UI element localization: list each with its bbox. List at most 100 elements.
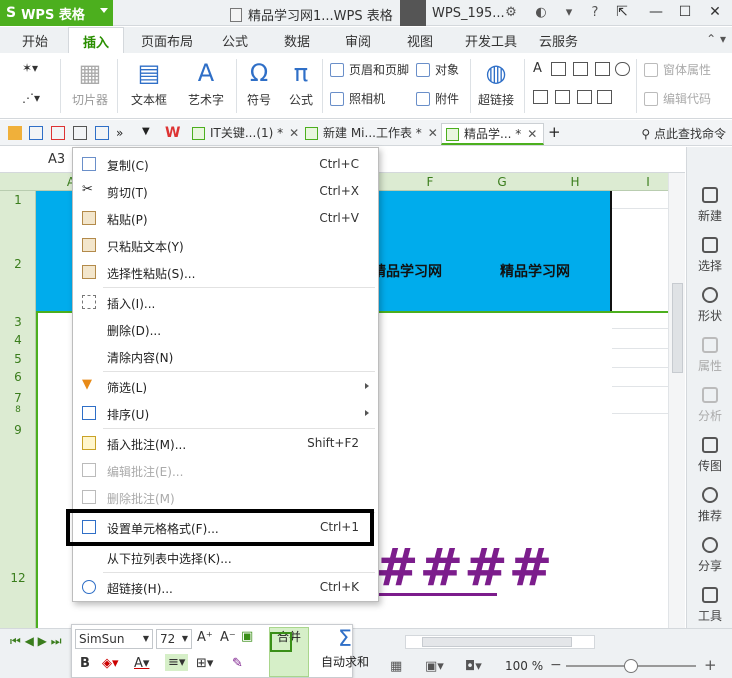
font-size-select[interactable]: 72 ▼	[156, 629, 192, 649]
spinner-icon[interactable]	[577, 90, 592, 104]
scroll-control-icon[interactable]	[597, 90, 612, 104]
row-header[interactable]: 4	[0, 333, 36, 347]
panel-upload-image[interactable]: 传图	[687, 437, 732, 474]
merge-button[interactable]: 合并	[269, 627, 309, 677]
menu-item-cut[interactable]: ✂ 剪切(T) Ctrl+X	[73, 179, 378, 203]
row-header[interactable]: 1	[0, 193, 36, 207]
formula-button[interactable]: π 公式	[284, 59, 318, 108]
chart-icon[interactable]: ✶▾	[22, 61, 38, 75]
menu-item-clear[interactable]: 清除内容(N)	[73, 344, 378, 368]
sheet-nav-icon[interactable]: ⏮ ◀ ▶ ⏭	[10, 634, 62, 649]
combobox-icon[interactable]	[555, 90, 570, 104]
format-painter-icon[interactable]: ✎	[232, 656, 243, 671]
tab-review[interactable]: 审阅	[345, 31, 371, 50]
row-header[interactable]: 9	[0, 423, 36, 437]
print-icon[interactable]	[73, 126, 87, 140]
listbox-icon[interactable]	[533, 90, 548, 104]
header-footer-button[interactable]: 页眉和页脚	[330, 61, 409, 78]
shrink-font-icon[interactable]: A⁻	[220, 630, 236, 645]
textbox-shape-icon[interactable]	[551, 62, 566, 76]
wps-home-icon[interactable]: W	[165, 126, 180, 140]
menu-item-hyperlink[interactable]: 超链接(H)... Ctrl+K	[73, 575, 378, 599]
menu-item-paste-special[interactable]: 选择性粘贴(S)...	[73, 260, 378, 284]
window-props-button[interactable]: 窗体属性	[644, 61, 711, 78]
checkbox-icon[interactable]	[595, 62, 610, 76]
panel-recommend[interactable]: 推荐	[687, 487, 732, 524]
textbox-button[interactable]: ▤ 文本框	[126, 59, 172, 108]
menu-item-delete[interactable]: 删除(D)...	[73, 317, 378, 341]
more-icon[interactable]: »	[116, 126, 130, 140]
panel-tools[interactable]: 工具	[687, 587, 732, 624]
menu-item-filter[interactable]: ▼ 筛选(L)	[73, 374, 378, 398]
symbol-button[interactable]: Ω 符号	[242, 59, 276, 108]
ribbon-controls-icon[interactable]: ⌃ ▾	[706, 32, 726, 46]
shirt-icon[interactable]: ▾	[560, 4, 578, 22]
wrap-text-icon[interactable]: ▣	[241, 629, 253, 644]
zoom-in-icon[interactable]: +	[704, 656, 717, 674]
camera-button[interactable]: 照相机	[330, 90, 385, 107]
scroll-thumb[interactable]	[422, 637, 572, 647]
panel-share[interactable]: 分享	[687, 537, 732, 574]
close-icon[interactable]: ✕	[428, 126, 438, 140]
panel-properties[interactable]: 属性	[687, 337, 732, 374]
tab-home[interactable]: 开始	[22, 31, 48, 50]
sparkline-icon[interactable]: ⋰▾	[22, 91, 40, 105]
horizontal-scrollbar[interactable]	[405, 635, 595, 649]
label-icon[interactable]: A	[533, 61, 542, 76]
tab-view[interactable]: 视图	[407, 31, 433, 50]
bold-icon[interactable]: B	[80, 656, 90, 671]
grow-font-icon[interactable]: A⁺	[197, 630, 213, 645]
tab-cloud[interactable]: 云服务	[539, 31, 578, 50]
column-header[interactable]: G	[497, 175, 507, 189]
row-header[interactable]: 7	[0, 391, 36, 405]
help-icon[interactable]: ?	[586, 4, 604, 22]
tab-formulas[interactable]: 公式	[222, 31, 248, 50]
tab-data[interactable]: 数据	[284, 31, 310, 50]
panel-new[interactable]: 新建	[687, 187, 732, 224]
row-header[interactable]: 12	[0, 571, 36, 585]
row-header[interactable]: 8	[0, 405, 36, 415]
row-header[interactable]: 2	[0, 257, 36, 271]
wordart-button[interactable]: A 艺术字	[182, 59, 230, 108]
new-tab-icon[interactable]: +	[548, 125, 562, 140]
close-icon[interactable]: ✕	[527, 127, 537, 141]
doc-tab-3[interactable]: 精品学... * ✕	[441, 123, 545, 145]
edit-code-button[interactable]: 编辑代码	[644, 90, 711, 107]
view-layout-icon[interactable]: ▣▾	[425, 659, 444, 674]
menu-item-paste[interactable]: 粘贴(P) Ctrl+V	[73, 206, 378, 230]
font-name-select[interactable]: SimSun ▼	[75, 629, 153, 649]
view-break-icon[interactable]: ◘▾	[465, 659, 482, 674]
view-normal-icon[interactable]: ▦	[390, 659, 402, 674]
app-menu-button[interactable]: S WPS 表格	[0, 0, 113, 26]
row-header[interactable]: 5	[0, 352, 36, 366]
save-icon[interactable]	[29, 126, 43, 140]
menu-item-copy[interactable]: 复制(C) Ctrl+C	[73, 152, 378, 176]
settings-icon[interactable]: ⚙	[502, 4, 520, 22]
close-icon[interactable]: ✕	[289, 126, 299, 140]
tab-developer[interactable]: 开发工具	[465, 31, 517, 50]
dropdown-icon[interactable]: ▼	[142, 126, 156, 140]
scroll-thumb[interactable]	[672, 283, 683, 373]
open-icon[interactable]	[8, 126, 22, 140]
panel-analyze[interactable]: 分析	[687, 387, 732, 424]
minimize-button[interactable]: —	[645, 2, 667, 22]
sync-icon[interactable]: ◐	[532, 4, 550, 22]
maximize-button[interactable]: ☐	[674, 2, 696, 22]
panel-shape[interactable]: 形状	[687, 287, 732, 324]
column-header[interactable]: H	[570, 175, 580, 189]
object-button[interactable]: 对象	[416, 61, 459, 78]
column-header[interactable]: I	[643, 175, 653, 189]
doc-tab-1[interactable]: IT关键...(1) * ✕	[188, 123, 305, 145]
column-header[interactable]: F	[425, 175, 435, 189]
slicer-button[interactable]: ▦ 切片器	[70, 59, 110, 108]
attachment-button[interactable]: 附件	[416, 90, 459, 107]
borders-icon[interactable]: ⊞▾	[196, 656, 213, 671]
align-icon[interactable]: ≡▾	[165, 654, 189, 671]
rectangle-icon[interactable]	[573, 62, 588, 76]
row-header[interactable]: 6	[0, 370, 36, 384]
tab-page-layout[interactable]: 页面布局	[141, 31, 193, 50]
close-button[interactable]: ✕	[704, 2, 726, 22]
pdf-icon[interactable]	[51, 126, 65, 140]
menu-item-sort[interactable]: 排序(U)	[73, 401, 378, 425]
user-account[interactable]: WPS_195...	[400, 0, 505, 26]
